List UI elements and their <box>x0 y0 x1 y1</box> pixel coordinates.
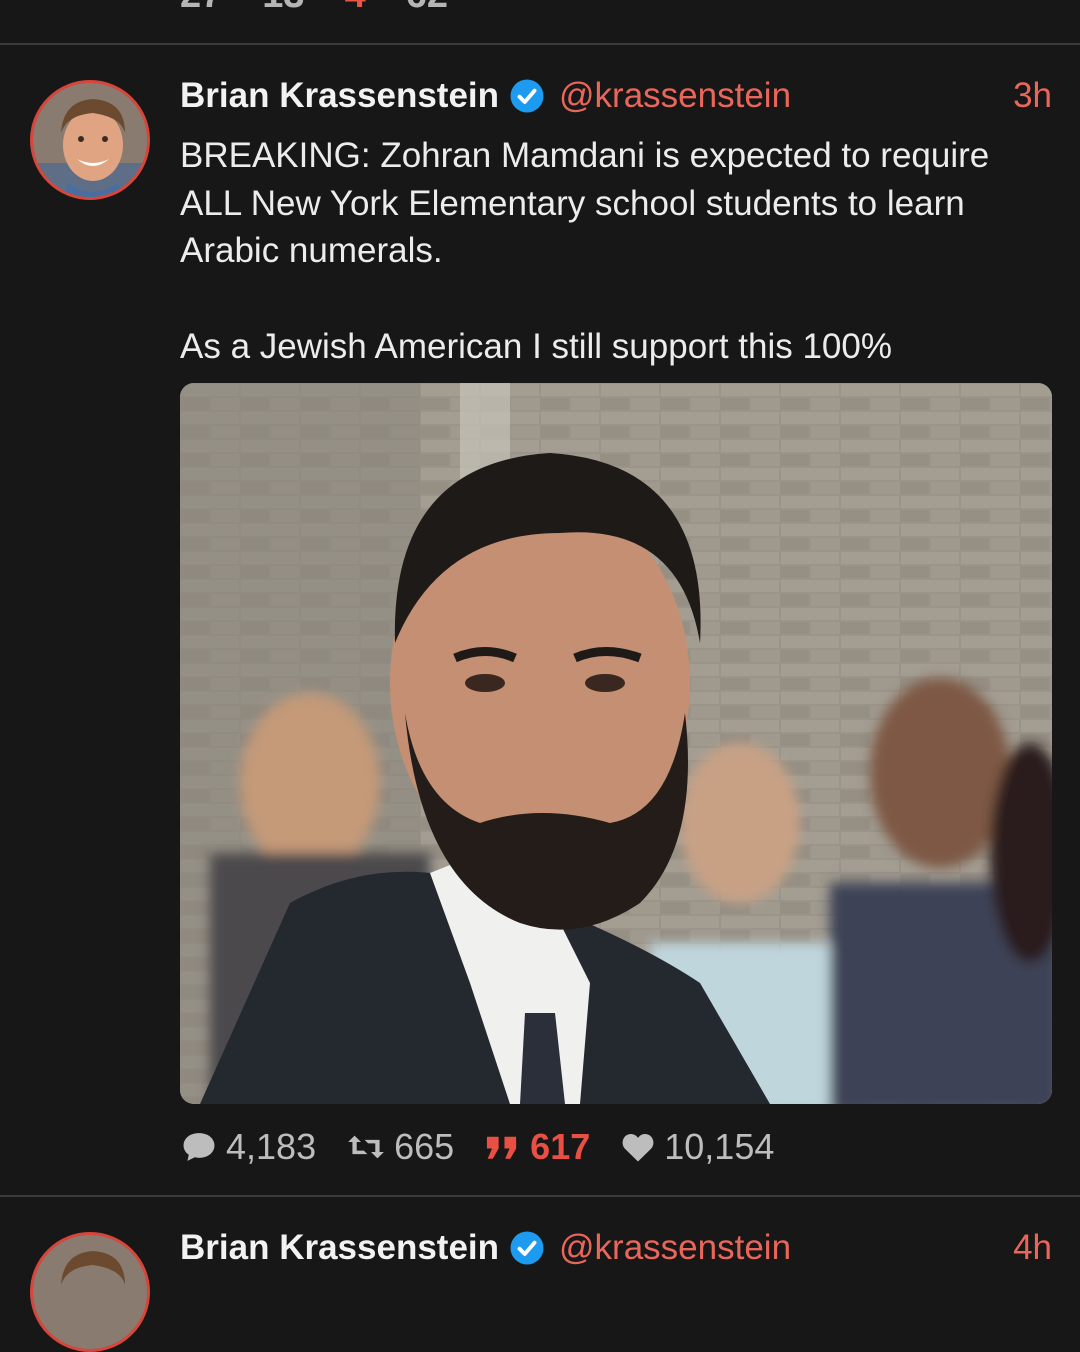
previous-tweet-stats: 27 13 4 62 <box>180 0 448 16</box>
verified-badge-icon <box>510 79 544 113</box>
retweet-count: 665 <box>394 1126 455 1167</box>
quote-count: 617 <box>530 1126 591 1167</box>
tweet-text-line: ALL New York Elementary school students … <box>180 183 965 223</box>
tweet-timestamp[interactable]: 3h <box>1013 76 1052 116</box>
quote-icon <box>487 1136 517 1159</box>
tweet-photo <box>180 383 1052 1104</box>
previous-quote-count[interactable]: 4 <box>345 0 366 17</box>
previous-retweet-count[interactable]: 13 <box>262 0 304 17</box>
avatar-photo <box>33 1235 147 1349</box>
next-tweet-header: Brian Krassenstein @krassenstein 4h <box>180 1226 1052 1270</box>
like-button[interactable]: 10,154 <box>620 1126 774 1168</box>
author-handle[interactable]: @krassenstein <box>559 76 791 116</box>
tweet-text-line: As a Jewish American I still support thi… <box>180 326 892 366</box>
tweet-divider <box>0 1195 1080 1197</box>
next-author-handle[interactable]: @krassenstein <box>559 1228 791 1268</box>
retweet-icon <box>348 1135 384 1159</box>
tweet-text-line: Arabic numerals. <box>180 231 443 270</box>
tweet-text-line: BREAKING: Zohran Mamdani is expected to … <box>180 136 990 175</box>
quote-button[interactable]: 617 <box>484 1126 590 1168</box>
tweet-header: Brian Krassenstein @krassenstein 3h <box>180 74 1052 118</box>
heart-icon <box>622 1133 654 1162</box>
previous-like-count[interactable]: 62 <box>406 0 448 17</box>
author-name[interactable]: Brian Krassenstein <box>180 76 499 116</box>
reply-count: 4,183 <box>226 1126 317 1167</box>
like-count: 10,154 <box>664 1126 775 1167</box>
tweet-stats: 4,183 665 617 10,154 <box>180 1125 804 1169</box>
tweet-text: BREAKING: Zohran Mamdani is expected to … <box>180 132 1040 370</box>
next-author-name[interactable]: Brian Krassenstein <box>180 1228 499 1268</box>
next-tweet-timestamp[interactable]: 4h <box>1013 1228 1052 1268</box>
speech-bubble-icon <box>183 1133 215 1161</box>
avatar[interactable] <box>30 80 150 200</box>
avatar-photo <box>33 83 147 197</box>
retweet-button[interactable]: 665 <box>346 1126 454 1168</box>
reply-button[interactable]: 4,183 <box>180 1126 316 1168</box>
tweet-image[interactable] <box>180 383 1052 1104</box>
tweet-divider <box>0 43 1080 45</box>
next-avatar[interactable] <box>30 1232 150 1352</box>
previous-reply-count[interactable]: 27 <box>180 0 222 17</box>
